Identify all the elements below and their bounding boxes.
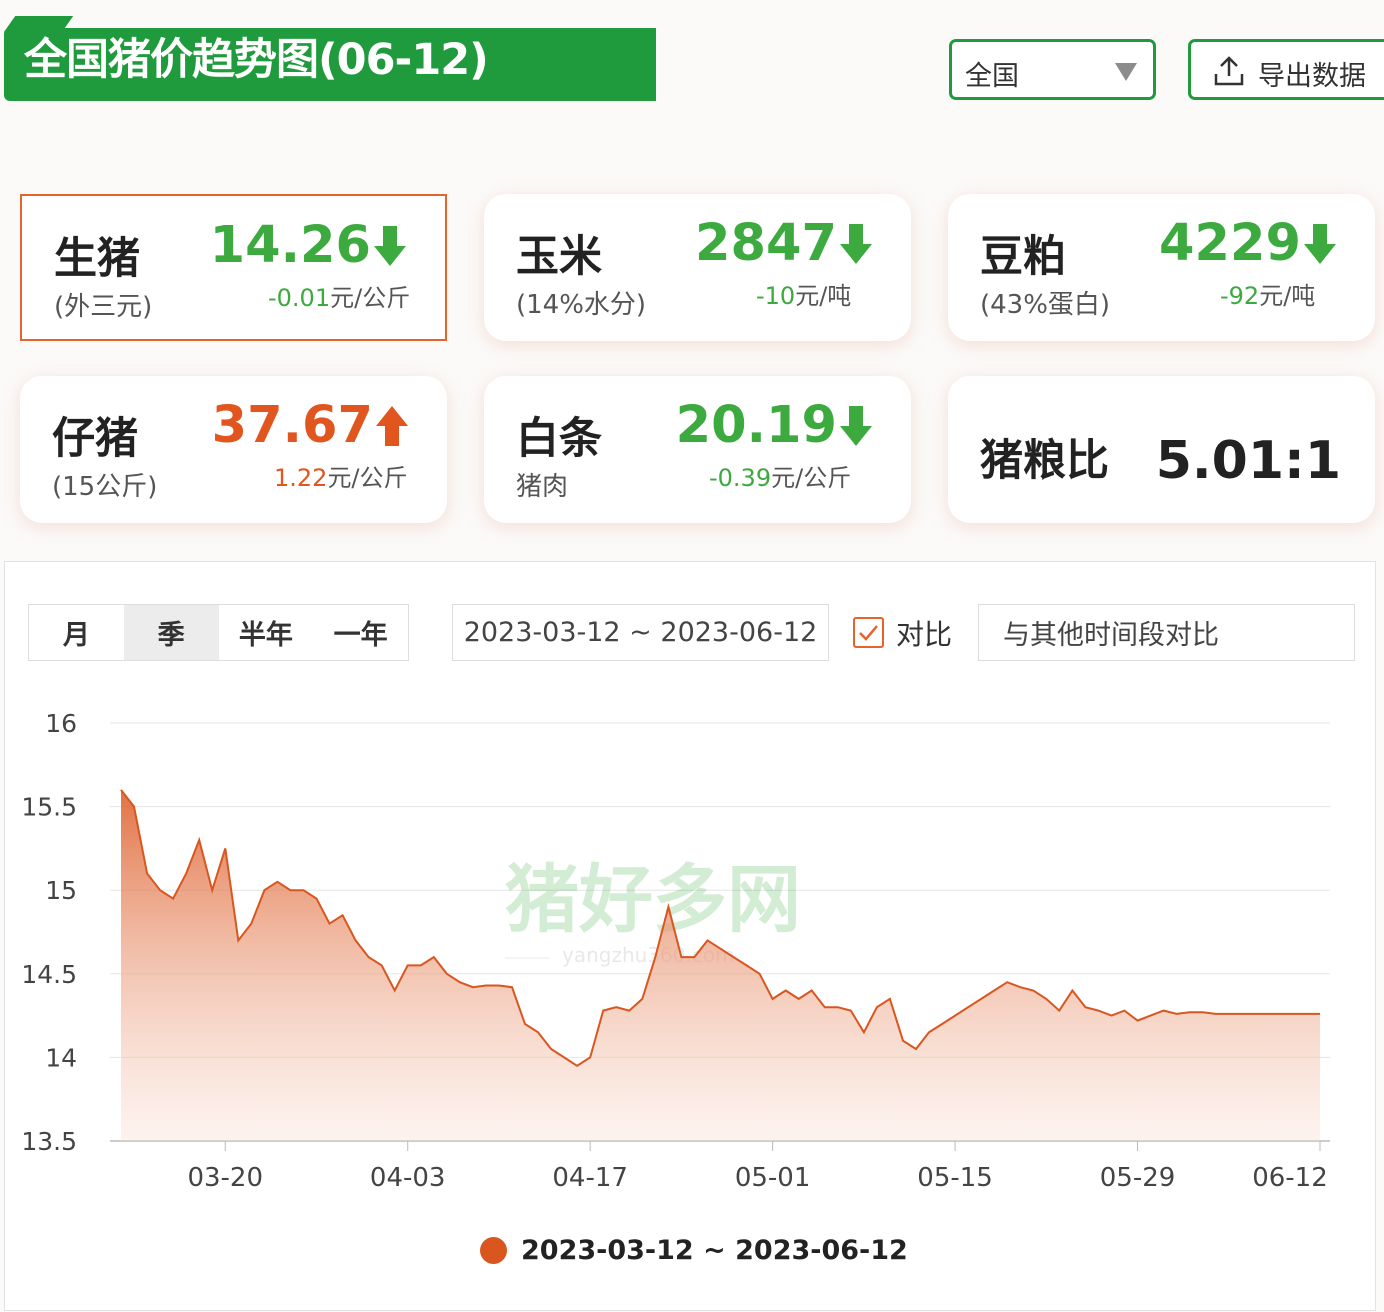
card-change-unit: 元/公斤	[327, 464, 408, 492]
arrow-down-icon	[1304, 223, 1336, 264]
upload-icon	[1214, 56, 1244, 86]
x-tick-label: 05-15	[917, 1163, 993, 1193]
card-change-unit: 元/吨	[795, 282, 852, 310]
y-tick-label: 13.5	[21, 1127, 77, 1156]
legend-label: 2023-03-12 ~ 2023-06-12	[521, 1235, 908, 1266]
card-change: -0.39元/公斤	[709, 458, 851, 493]
card-price: 37.67	[212, 396, 409, 455]
x-axis: 03-20 04-03 04-17 05-01 05-15 05-29 06-12	[187, 1141, 1328, 1193]
x-tick-label: 05-01	[735, 1163, 811, 1193]
card-name: 仔猪	[52, 414, 138, 464]
compare-label: 对比	[896, 618, 953, 651]
chart-legend[interactable]: 2023-03-12 ~ 2023-06-12	[480, 1235, 908, 1266]
chevron-down-icon	[1115, 63, 1137, 81]
card-sub: (14%水分)	[516, 290, 647, 320]
card-change-value: -0.39	[709, 464, 772, 492]
card-name: 白条	[516, 414, 602, 464]
export-data-label: 导出数据	[1258, 61, 1366, 92]
x-tick-label: 03-20	[187, 1163, 263, 1193]
card-change-value: -10	[756, 282, 796, 310]
x-tick-label: 04-03	[370, 1163, 446, 1193]
checkmark-icon	[859, 625, 878, 641]
x-tick-label: 06-12	[1252, 1163, 1328, 1193]
card-name: 玉米	[516, 232, 602, 282]
card-sub: 猪肉	[516, 472, 569, 502]
tab-quarter[interactable]: 季	[123, 605, 219, 660]
card-change: -0.01元/公斤	[268, 278, 410, 313]
card-price-value: 37.67	[211, 396, 373, 455]
arrow-down-icon	[374, 225, 406, 266]
card-pork-carcass[interactable]: 白条 猪肉 20.19 -0.39元/公斤	[484, 376, 911, 523]
y-tick-label: 16	[45, 709, 77, 738]
watermark-logo: 猪好多网 yangzhu360.com	[505, 857, 801, 967]
legend-marker	[480, 1237, 507, 1264]
period-tabs: 月 季 半年 一年	[28, 604, 409, 661]
price-trend-chart: 1615.51514.51413.5 03-20 04-03 04-17 05-01 0…	[21, 709, 1330, 1193]
card-sub: (43%蛋白)	[980, 290, 1111, 320]
card-sub: (外三元)	[54, 292, 153, 322]
y-tick-label: 15.5	[21, 793, 77, 822]
compare-checkbox[interactable]	[853, 617, 884, 648]
tab-month[interactable]: 月	[29, 605, 124, 660]
card-sub: (15公斤)	[52, 472, 158, 502]
card-corn[interactable]: 玉米 (14%水分) 2847 -10元/吨	[484, 194, 911, 341]
arrow-down-icon	[840, 223, 872, 264]
card-name: 豆粕	[980, 232, 1066, 282]
card-change-value: 1.22	[274, 464, 328, 492]
card-price-value: 4229	[1159, 214, 1301, 273]
card-change-unit: 元/公斤	[771, 464, 852, 492]
card-name: 猪粮比	[980, 436, 1109, 486]
date-range-picker[interactable]: 2023-03-12 ~ 2023-06-12	[452, 604, 829, 661]
card-hog-grain-ratio[interactable]: 猪粮比 5.01:1	[948, 376, 1375, 523]
card-price: 4229	[1159, 214, 1337, 273]
series-area	[121, 789, 1320, 1141]
card-name: 生猪	[54, 234, 140, 284]
tab-year[interactable]: 一年	[313, 605, 408, 660]
card-change: -10元/吨	[756, 276, 851, 311]
card-change-unit: 元/公斤	[330, 284, 411, 312]
y-axis: 16 15.5 15 14.5 14 13.5	[21, 709, 77, 1156]
card-piglet[interactable]: 仔猪 (15公斤) 37.67 1.22元/公斤	[20, 376, 447, 523]
tab-half-year[interactable]: 半年	[219, 605, 314, 660]
ratio-value: 5.01:1	[1155, 431, 1341, 491]
card-price: 14.26	[210, 216, 407, 275]
card-price-value: 2847	[695, 214, 837, 273]
region-select[interactable]: 全国	[949, 39, 1156, 100]
y-tick-label: 14.5	[21, 960, 77, 989]
card-price-value: 14.26	[209, 216, 371, 275]
card-live-hog[interactable]: 生猪 (外三元) 14.26 -0.01元/公斤	[20, 194, 447, 341]
svg-text:猪好多网: 猪好多网	[505, 857, 801, 943]
arrow-down-icon	[840, 405, 872, 446]
export-data-button[interactable]: 导出数据	[1188, 39, 1384, 100]
card-change-unit: 元/吨	[1259, 282, 1316, 310]
card-soybean-meal[interactable]: 豆粕 (43%蛋白) 4229 -92元/吨	[948, 194, 1375, 341]
x-tick-label: 04-17	[552, 1163, 628, 1193]
card-change-value: -92	[1220, 282, 1260, 310]
card-price: 20.19	[676, 396, 873, 455]
x-tick-label: 05-29	[1100, 1163, 1176, 1193]
card-change: 1.22元/公斤	[274, 458, 408, 493]
card-change: -92元/吨	[1220, 276, 1315, 311]
page-title: 全国猪价趋势图(06-12)	[24, 35, 489, 85]
card-change-value: -0.01	[268, 284, 331, 312]
region-select-value: 全国	[965, 61, 1019, 92]
y-tick-label: 15	[45, 876, 77, 905]
compare-period-input[interactable]: 与其他时间段对比	[978, 604, 1355, 661]
card-price: 2847	[695, 214, 873, 273]
arrow-up-icon	[376, 405, 408, 446]
y-tick-label: 14	[45, 1043, 77, 1072]
card-price-value: 20.19	[675, 396, 837, 455]
